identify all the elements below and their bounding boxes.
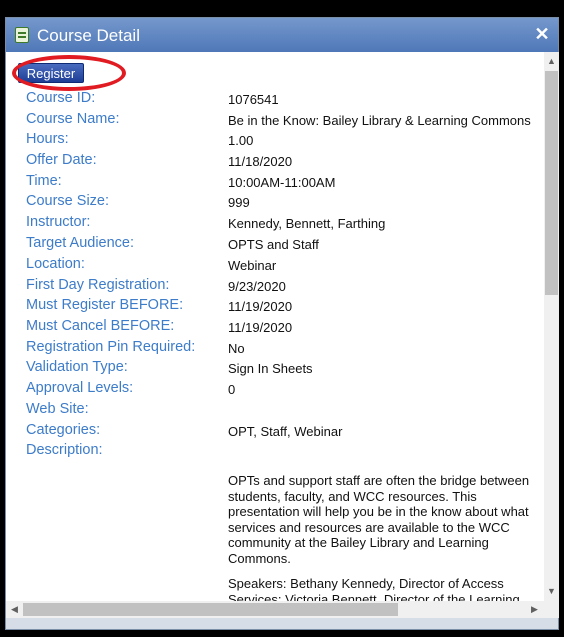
scroll-down-icon[interactable]: ▼: [544, 584, 559, 599]
target-audience-label: Target Audience:: [26, 235, 135, 251]
horizontal-scrollbar[interactable]: ◀ ▶: [6, 601, 544, 618]
registration-pin-required-label: Registration Pin Required:: [26, 339, 196, 355]
scroll-left-icon[interactable]: ◀: [7, 602, 22, 617]
course-size-label: Course Size:: [26, 193, 110, 209]
approval-levels-value: 0: [228, 382, 236, 397]
form-icon: [15, 27, 29, 43]
must-register-before-value: 11/19/2020: [228, 299, 293, 314]
time-value: 10:00AM-11:00AM: [228, 175, 336, 190]
web-site-label: Web Site:: [26, 401, 89, 417]
time-label: Time:: [26, 173, 62, 189]
validation-type-value: Sign In Sheets: [228, 361, 313, 376]
course-id-label: Course ID:: [26, 90, 96, 106]
scroll-right-icon[interactable]: ▶: [527, 602, 542, 617]
horizontal-scroll-thumb[interactable]: [23, 603, 398, 616]
dialog-footer: [6, 618, 558, 629]
categories-value: OPT, Staff, Webinar: [228, 424, 343, 439]
course-id-value: 1076541: [228, 92, 279, 107]
dialog-content: Register Course ID: 1076541 Course Name:…: [6, 52, 544, 601]
description-paragraph: OPTs and support staff are often the bri…: [228, 473, 530, 566]
vertical-scroll-thumb[interactable]: [545, 71, 558, 295]
course-name-value: Be in the Know: Bailey Library & Learnin…: [228, 113, 531, 128]
register-button[interactable]: Register: [18, 63, 84, 83]
instructor-value: Kennedy, Bennett, Farthing: [228, 216, 386, 231]
first-day-registration-label: First Day Registration:: [26, 277, 170, 293]
must-register-before-label: Must Register BEFORE:: [26, 297, 184, 313]
hours-value: 1.00: [228, 133, 254, 148]
offer-date-value: 11/18/2020: [228, 154, 293, 169]
validation-type-label: Validation Type:: [26, 359, 128, 375]
location-label: Location:: [26, 256, 85, 272]
hours-label: Hours:: [26, 131, 69, 147]
description-value: OPTs and support staff are often the bri…: [228, 473, 544, 601]
course-detail-dialog: Course Detail ✕ Register Course ID: 1076…: [5, 17, 559, 630]
close-icon[interactable]: ✕: [532, 24, 552, 44]
offer-date-label: Offer Date:: [26, 152, 97, 168]
description-paragraph: Speakers: Bethany Kennedy, Director of A…: [228, 576, 520, 601]
first-day-registration-value: 9/23/2020: [228, 279, 286, 294]
location-value: Webinar: [228, 258, 277, 273]
must-cancel-before-label: Must Cancel BEFORE:: [26, 318, 175, 334]
description-label: Description:: [26, 442, 103, 458]
course-size-value: 999: [228, 195, 250, 210]
approval-levels-label: Approval Levels:: [26, 380, 134, 396]
must-cancel-before-value: 11/19/2020: [228, 320, 293, 335]
scroll-up-icon[interactable]: ▲: [544, 54, 559, 69]
dialog-titlebar: Course Detail ✕: [6, 18, 558, 52]
course-name-label: Course Name:: [26, 111, 120, 127]
scrollbar-corner: [544, 601, 559, 618]
categories-label: Categories:: [26, 422, 101, 438]
dialog-title: Course Detail: [37, 26, 140, 45]
instructor-label: Instructor:: [26, 214, 91, 230]
vertical-scrollbar[interactable]: ▲ ▼: [544, 52, 559, 601]
registration-pin-required-value: No: [228, 341, 245, 356]
target-audience-value: OPTS and Staff: [228, 237, 319, 252]
